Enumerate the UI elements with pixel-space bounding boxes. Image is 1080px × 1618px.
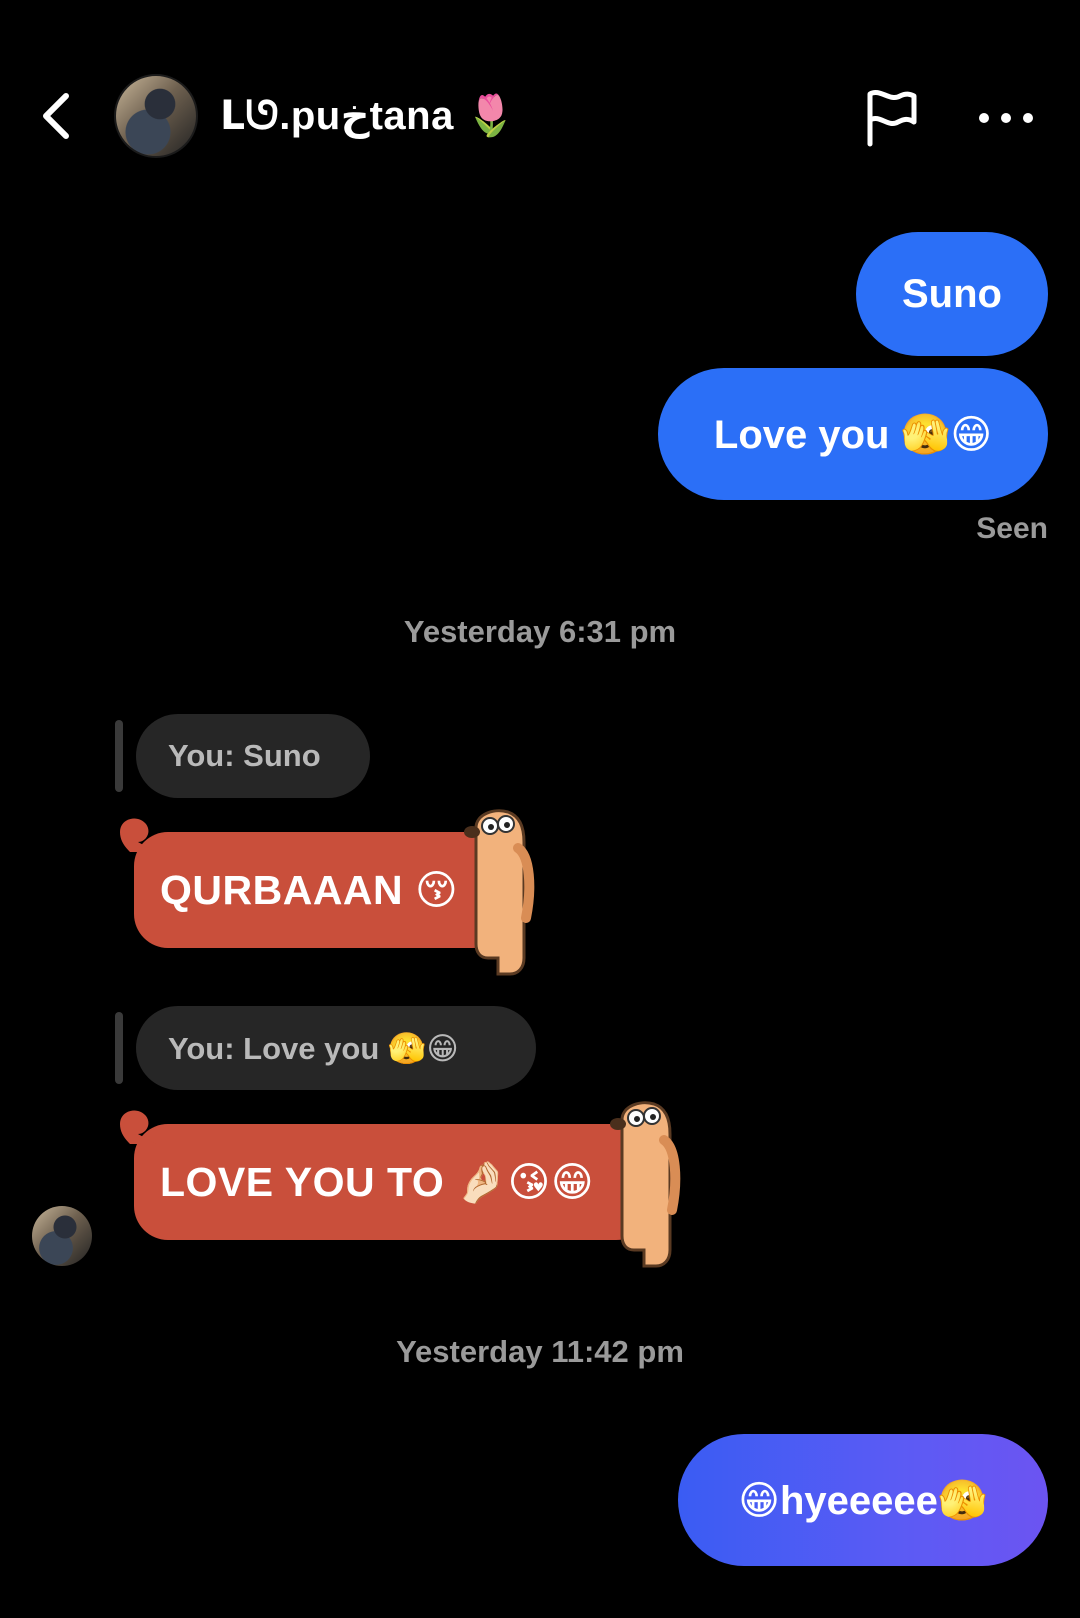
reply-indicator-line bbox=[115, 1012, 123, 1084]
chevron-left-icon bbox=[43, 93, 69, 139]
sent-message[interactable]: 😁hyeeeee🫣 bbox=[678, 1434, 1048, 1566]
dachshund-sticker-icon bbox=[464, 809, 535, 976]
more-horizontal-icon bbox=[979, 113, 1033, 123]
received-message[interactable]: LOVE YOU TO 🤌🏻😘😁 bbox=[134, 1124, 650, 1240]
chat-username[interactable]: ᒪᘎ.puخtana 🌷 bbox=[220, 88, 516, 144]
back-button[interactable] bbox=[36, 86, 76, 146]
timestamp: Yesterday 6:31 pm bbox=[403, 614, 677, 649]
dachshund-sticker-icon bbox=[610, 1101, 681, 1268]
sent-message[interactable]: Love you 🫣😁 bbox=[658, 368, 1048, 500]
profile-avatar[interactable] bbox=[114, 74, 198, 158]
sent-message[interactable]: Suno bbox=[856, 232, 1048, 356]
flag-icon bbox=[867, 90, 917, 147]
reply-indicator-line bbox=[115, 720, 123, 792]
timestamp: Yesterday 11:42 pm bbox=[396, 1334, 684, 1369]
more-options-button[interactable] bbox=[978, 100, 1034, 136]
sender-avatar[interactable] bbox=[32, 1206, 92, 1266]
received-message[interactable]: QURBAAAN 😚 bbox=[134, 832, 506, 948]
replied-message-preview[interactable]: You: Suno bbox=[136, 714, 370, 798]
report-flag-button[interactable] bbox=[862, 88, 918, 148]
bubble-curl-decoration bbox=[120, 1110, 156, 1144]
seen-status: Seen bbox=[976, 512, 1048, 545]
replied-message-preview[interactable]: You: Love you 🫣😁 bbox=[136, 1006, 536, 1090]
bubble-curl-decoration bbox=[120, 818, 156, 852]
